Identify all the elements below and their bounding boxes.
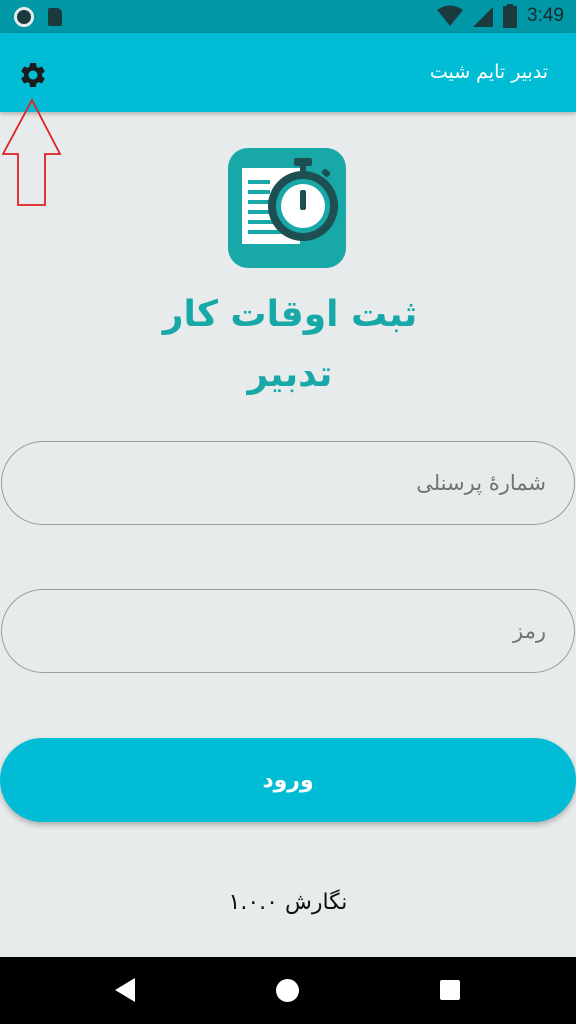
home-icon[interactable] (276, 979, 299, 1002)
personnel-number-input[interactable] (30, 471, 546, 495)
clock: 3:49 (527, 5, 564, 26)
notification-icon (14, 7, 34, 27)
sd-card-icon (48, 8, 62, 26)
login-button[interactable]: ورود (0, 738, 576, 822)
personnel-number-field[interactable] (1, 441, 575, 525)
password-field[interactable] (1, 589, 575, 673)
brand-name: ثبت اوقات کار تدبیر (162, 294, 418, 395)
wifi-icon (437, 5, 464, 26)
password-input[interactable] (30, 619, 546, 643)
gear-icon (21, 62, 45, 87)
settings-button[interactable] (16, 58, 50, 92)
back-icon[interactable] (114, 977, 136, 1003)
annotation-arrow-icon (2, 98, 62, 206)
document-stopwatch-icon (228, 148, 346, 268)
recent-apps-icon[interactable] (440, 980, 460, 1000)
battery-icon (503, 4, 518, 28)
signal-icon (473, 7, 494, 27)
app-bar: تدبیر تایم شیت (0, 33, 576, 112)
navigation-bar (0, 957, 576, 1024)
app-title: تدبیر تایم شیت (429, 61, 548, 83)
status-bar: 3:49 (0, 0, 576, 33)
version-label: نگارش ۱.۰.۰ (228, 890, 348, 915)
